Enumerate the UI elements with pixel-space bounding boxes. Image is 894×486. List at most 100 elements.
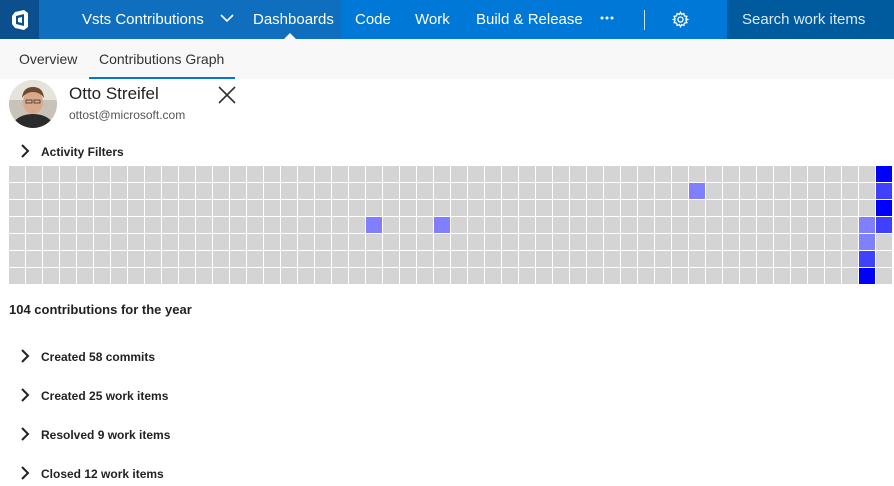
contribution-day-cell[interactable] xyxy=(77,268,93,284)
contribution-day-cell[interactable] xyxy=(842,217,858,233)
contribution-day-cell[interactable] xyxy=(196,268,212,284)
contribution-day-cell[interactable] xyxy=(689,200,705,216)
contribution-day-cell[interactable] xyxy=(825,234,841,250)
contribution-day-cell[interactable] xyxy=(672,251,688,267)
contribution-day-cell[interactable] xyxy=(9,217,25,233)
contribution-day-cell[interactable] xyxy=(281,234,297,250)
contribution-day-cell[interactable] xyxy=(468,251,484,267)
contribution-day-cell[interactable] xyxy=(468,166,484,182)
contribution-day-cell[interactable] xyxy=(587,251,603,267)
contribution-day-cell[interactable] xyxy=(791,183,807,199)
contribution-day-cell[interactable] xyxy=(162,234,178,250)
contribution-day-cell[interactable] xyxy=(842,166,858,182)
contribution-day-cell[interactable] xyxy=(162,166,178,182)
contribution-day-cell[interactable] xyxy=(264,234,280,250)
contribution-day-cell[interactable] xyxy=(213,268,229,284)
contribution-day-cell[interactable] xyxy=(536,217,552,233)
contribution-day-cell[interactable] xyxy=(825,166,841,182)
contribution-day-cell[interactable] xyxy=(485,268,501,284)
contribution-day-cell[interactable] xyxy=(638,234,654,250)
contribution-day-cell[interactable] xyxy=(689,166,705,182)
contribution-day-cell[interactable] xyxy=(94,183,110,199)
contribution-day-cell[interactable] xyxy=(315,183,331,199)
contribution-day-cell[interactable] xyxy=(876,217,892,233)
contribution-day-cell[interactable] xyxy=(587,217,603,233)
contribution-day-cell[interactable] xyxy=(485,217,501,233)
contribution-day-cell[interactable] xyxy=(536,234,552,250)
contribution-day-cell[interactable] xyxy=(757,183,773,199)
contribution-day-cell[interactable] xyxy=(26,268,42,284)
contribution-day-cell[interactable] xyxy=(757,234,773,250)
contribution-day-cell[interactable] xyxy=(468,234,484,250)
search-input[interactable]: Search work items xyxy=(727,0,894,39)
contribution-day-cell[interactable] xyxy=(179,183,195,199)
contribution-day-cell[interactable] xyxy=(128,251,144,267)
contribution-day-cell[interactable] xyxy=(196,234,212,250)
contribution-day-cell[interactable] xyxy=(43,166,59,182)
contribution-day-cell[interactable] xyxy=(434,183,450,199)
contribution-day-cell[interactable] xyxy=(451,200,467,216)
contribution-day-cell[interactable] xyxy=(145,234,161,250)
contribution-day-cell[interactable] xyxy=(332,217,348,233)
contribution-day-cell[interactable] xyxy=(672,268,688,284)
contribution-day-cell[interactable] xyxy=(196,200,212,216)
contribution-day-cell[interactable] xyxy=(842,183,858,199)
contribution-day-cell[interactable] xyxy=(383,200,399,216)
contribution-day-cell[interactable] xyxy=(417,251,433,267)
contribution-day-cell[interactable] xyxy=(213,183,229,199)
contribution-day-cell[interactable] xyxy=(145,166,161,182)
contribution-day-cell[interactable] xyxy=(349,183,365,199)
contribution-day-cell[interactable] xyxy=(859,268,875,284)
contribution-day-cell[interactable] xyxy=(808,183,824,199)
contribution-day-cell[interactable] xyxy=(128,268,144,284)
contribution-day-cell[interactable] xyxy=(553,251,569,267)
contribution-day-cell[interactable] xyxy=(400,200,416,216)
contribution-day-cell[interactable] xyxy=(145,217,161,233)
contribution-day-cell[interactable] xyxy=(196,217,212,233)
contribution-day-cell[interactable] xyxy=(94,217,110,233)
contribution-day-cell[interactable] xyxy=(451,166,467,182)
contribution-day-cell[interactable] xyxy=(9,251,25,267)
contribution-day-cell[interactable] xyxy=(723,268,739,284)
contribution-day-cell[interactable] xyxy=(859,251,875,267)
contribution-day-cell[interactable] xyxy=(451,251,467,267)
contribution-day-cell[interactable] xyxy=(502,217,518,233)
contribution-day-cell[interactable] xyxy=(757,166,773,182)
contribution-day-cell[interactable] xyxy=(264,217,280,233)
contribution-day-cell[interactable] xyxy=(587,200,603,216)
contribution-day-cell[interactable] xyxy=(400,268,416,284)
contribution-day-cell[interactable] xyxy=(587,183,603,199)
contribution-day-cell[interactable] xyxy=(570,251,586,267)
contribution-day-cell[interactable] xyxy=(570,166,586,182)
contribution-day-cell[interactable] xyxy=(689,234,705,250)
contribution-day-cell[interactable] xyxy=(434,200,450,216)
contribution-day-cell[interactable] xyxy=(281,183,297,199)
contribution-day-cell[interactable] xyxy=(638,251,654,267)
contribution-day-cell[interactable] xyxy=(111,268,127,284)
tab-overview[interactable]: Overview xyxy=(19,51,77,67)
contribution-day-cell[interactable] xyxy=(417,200,433,216)
tab-contributions-graph[interactable]: Contributions Graph xyxy=(99,51,224,67)
contribution-day-cell[interactable] xyxy=(383,251,399,267)
contribution-day-cell[interactable] xyxy=(808,217,824,233)
contribution-day-cell[interactable] xyxy=(502,183,518,199)
contribution-day-cell[interactable] xyxy=(77,166,93,182)
contribution-day-cell[interactable] xyxy=(553,268,569,284)
contribution-day-cell[interactable] xyxy=(213,234,229,250)
contribution-day-cell[interactable] xyxy=(43,268,59,284)
contribution-day-cell[interactable] xyxy=(247,217,263,233)
contribution-day-cell[interactable] xyxy=(655,166,671,182)
contribution-day-cell[interactable] xyxy=(774,166,790,182)
contribution-day-cell[interactable] xyxy=(519,200,535,216)
contribution-day-cell[interactable] xyxy=(519,268,535,284)
contribution-day-cell[interactable] xyxy=(417,217,433,233)
contribution-day-cell[interactable] xyxy=(791,251,807,267)
contribution-day-cell[interactable] xyxy=(94,234,110,250)
contribution-day-cell[interactable] xyxy=(553,217,569,233)
contribution-day-cell[interactable] xyxy=(434,251,450,267)
contribution-day-cell[interactable] xyxy=(111,251,127,267)
contribution-day-cell[interactable] xyxy=(485,166,501,182)
contribution-day-cell[interactable] xyxy=(9,268,25,284)
contribution-day-cell[interactable] xyxy=(247,200,263,216)
contribution-day-cell[interactable] xyxy=(859,166,875,182)
